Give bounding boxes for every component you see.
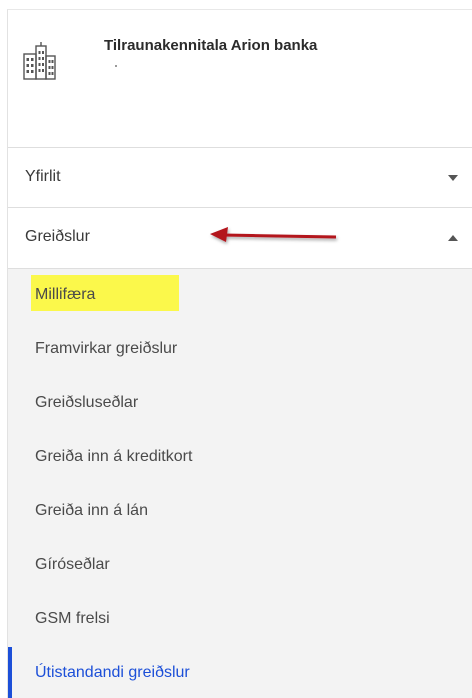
sidebar-panel: Tilraunakennitala Arion banka Yfirlit Gr… xyxy=(7,9,472,698)
submenu-item-gsm-prepaid[interactable]: GSM frelsi xyxy=(8,593,472,647)
nav-item-overview[interactable]: Yfirlit xyxy=(8,148,472,208)
building-icon xyxy=(23,42,56,80)
submenu-item-label: Greiða inn á lán xyxy=(35,502,148,519)
submenu-item-label: GSM frelsi xyxy=(35,610,110,627)
submenu-item-pay-credit-card[interactable]: Greiða inn á kreditkort xyxy=(8,431,472,485)
submenu-item-payment-slips[interactable]: Greiðsluseðlar xyxy=(8,377,472,431)
company-name: Tilraunakennitala Arion banka xyxy=(104,37,318,54)
submenu-item-transfer[interactable]: Millifæra xyxy=(8,269,472,323)
submenu-item-scheduled-payments[interactable]: Framvirkar greiðslur xyxy=(8,323,472,377)
submenu-item-pay-loan[interactable]: Greiða inn á lán xyxy=(8,485,472,539)
submenu-item-giro-slips[interactable]: Gíróseðlar xyxy=(8,539,472,593)
submenu-item-label: Útistandandi greiðslur xyxy=(35,664,190,681)
company-header: Tilraunakennitala Arion banka xyxy=(8,10,472,148)
nav-item-payments[interactable]: Greiðslur xyxy=(8,208,472,268)
chevron-down-icon[interactable] xyxy=(448,175,458,181)
nav-item-payments-label: Greiðslur xyxy=(25,228,90,245)
active-indicator xyxy=(8,647,12,698)
nav-item-overview-label: Yfirlit xyxy=(25,168,61,185)
submenu-item-label: Greiða inn á kreditkort xyxy=(35,448,193,465)
submenu-item-label: Framvirkar greiðslur xyxy=(35,340,178,357)
submenu-item-outstanding-payments[interactable]: Útistandandi greiðslur xyxy=(8,647,472,698)
submenu-item-label: Greiðsluseðlar xyxy=(35,394,139,411)
company-subtitle-dot xyxy=(115,65,117,67)
annotation-arrow-icon xyxy=(210,227,337,242)
chevron-up-icon[interactable] xyxy=(448,235,458,241)
payments-submenu: Millifæra Framvirkar greiðslur Greiðslus… xyxy=(8,268,472,698)
submenu-item-label: Gíróseðlar xyxy=(35,556,110,573)
submenu-item-label: Millifæra xyxy=(35,286,96,303)
